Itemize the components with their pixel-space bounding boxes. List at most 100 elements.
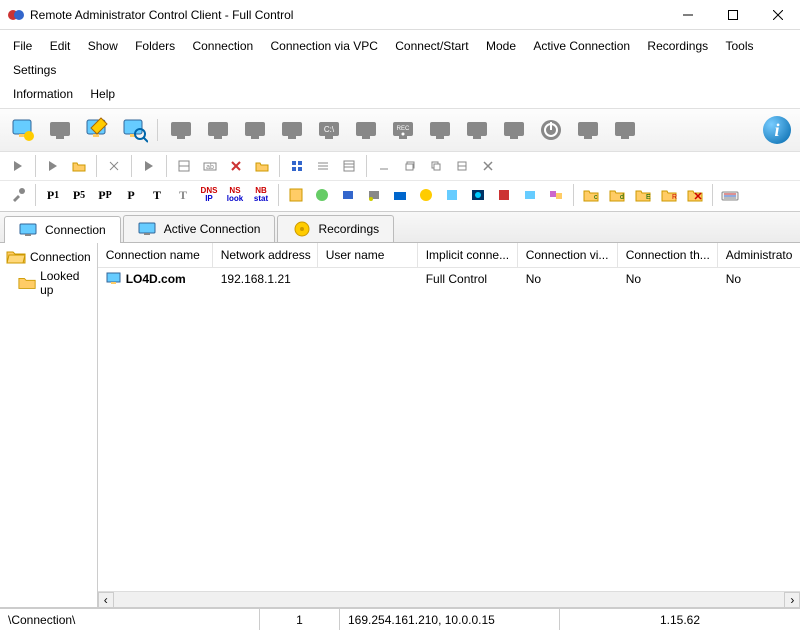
keyboard-button[interactable] — [718, 183, 742, 207]
tool-icon-2[interactable] — [310, 183, 334, 207]
monitor-button-drive[interactable]: C:\ — [312, 113, 346, 147]
view-large-button[interactable] — [285, 154, 309, 178]
t1-button[interactable]: T — [145, 183, 169, 207]
tool-icon-6[interactable] — [414, 183, 438, 207]
menu-connection-vpc[interactable]: Connection via VPC — [264, 34, 385, 58]
menu-show[interactable]: Show — [81, 34, 125, 58]
scroll-track[interactable] — [114, 592, 785, 607]
menu-connect-start[interactable]: Connect/Start — [388, 34, 475, 58]
table-row[interactable]: LO4D.com 192.168.1.21 Full Control No No… — [98, 268, 800, 290]
monitor-button-e[interactable] — [349, 113, 383, 147]
col-user[interactable]: User name — [318, 243, 418, 267]
rename-button[interactable]: ab — [198, 154, 222, 178]
view-detail-button[interactable] — [337, 154, 361, 178]
find-connection-button[interactable] — [117, 113, 151, 147]
menu-information[interactable]: Information — [6, 82, 80, 106]
p5-button[interactable]: P5 — [67, 183, 91, 207]
tools-icon[interactable] — [6, 183, 30, 207]
nb-stat-button[interactable]: NBstat — [249, 183, 273, 207]
col-admin[interactable]: Administrato — [718, 243, 800, 267]
folder-r-button[interactable]: R — [657, 183, 681, 207]
tool-icon-11[interactable] — [544, 183, 568, 207]
menu-tools[interactable]: Tools — [718, 34, 760, 58]
monitor-gray-button-1[interactable] — [43, 113, 77, 147]
tool-icon-4[interactable] — [362, 183, 386, 207]
col-name[interactable]: Connection name — [98, 243, 213, 267]
play-button[interactable] — [6, 154, 30, 178]
open-folder-button[interactable] — [67, 154, 91, 178]
scroll-right-button[interactable]: › — [784, 592, 800, 608]
restore-window-button[interactable] — [398, 154, 422, 178]
monitor-button-f[interactable] — [423, 113, 457, 147]
close-button[interactable] — [755, 0, 800, 30]
tool-icon-7[interactable] — [440, 183, 464, 207]
p-button[interactable]: P — [119, 183, 143, 207]
grid-header: Connection name Network address User nam… — [98, 243, 800, 268]
menu-folders[interactable]: Folders — [128, 34, 182, 58]
monitor-button-h[interactable] — [497, 113, 531, 147]
cascade-button[interactable] — [424, 154, 448, 178]
tab-connection[interactable]: Connection — [4, 216, 121, 243]
tool-icon-9[interactable] — [492, 183, 516, 207]
tab-recordings[interactable]: Recordings — [277, 215, 394, 242]
folder-e-button[interactable]: E — [631, 183, 655, 207]
folder-d-button[interactable]: d — [605, 183, 629, 207]
col-implicit[interactable]: Implicit conne... — [418, 243, 518, 267]
maximize-button[interactable] — [710, 0, 755, 30]
cut-button[interactable] — [102, 154, 126, 178]
p1-button[interactable]: P1 — [41, 183, 65, 207]
folder-button[interactable] — [250, 154, 274, 178]
delete-button[interactable] — [224, 154, 248, 178]
minimize-window-button[interactable] — [372, 154, 396, 178]
edit-connection-button[interactable] — [80, 113, 114, 147]
tool-icon-10[interactable] — [518, 183, 542, 207]
monitor-button-g[interactable] — [460, 113, 494, 147]
menu-mode[interactable]: Mode — [479, 34, 523, 58]
tool-icon-5[interactable] — [388, 183, 412, 207]
col-address[interactable]: Network address — [213, 243, 318, 267]
main-toolbar: C:\ REC i — [0, 108, 800, 152]
col-via[interactable]: Connection vi... — [518, 243, 618, 267]
secondary-toolbar: ab — [0, 152, 800, 181]
play-open-button[interactable] — [41, 154, 65, 178]
dns-ip-button[interactable]: DNSIP — [197, 183, 221, 207]
ns-look-button[interactable]: NSlook — [223, 183, 247, 207]
grid-button-1[interactable] — [172, 154, 196, 178]
pp-button[interactable]: PP — [93, 183, 117, 207]
scroll-left-button[interactable]: ‹ — [98, 592, 114, 608]
t2-button[interactable]: T — [171, 183, 195, 207]
monitor-button-b[interactable] — [201, 113, 235, 147]
folder-c-button[interactable]: c — [579, 183, 603, 207]
menu-help[interactable]: Help — [83, 82, 122, 106]
power-button[interactable] — [534, 113, 568, 147]
monitor-button-rec[interactable]: REC — [386, 113, 420, 147]
monitor-button-d[interactable] — [275, 113, 309, 147]
tile-button[interactable] — [450, 154, 474, 178]
new-connection-button[interactable] — [6, 113, 40, 147]
horizontal-scrollbar[interactable]: ‹ › — [98, 591, 800, 607]
menu-connection[interactable]: Connection — [185, 34, 260, 58]
tool-icon-3[interactable] — [336, 183, 360, 207]
monitor-button-i[interactable] — [571, 113, 605, 147]
menu-edit[interactable]: Edit — [43, 34, 78, 58]
info-button[interactable]: i — [760, 113, 794, 147]
menu-file[interactable]: File — [6, 34, 39, 58]
monitor-button-a[interactable] — [164, 113, 198, 147]
step-button[interactable] — [137, 154, 161, 178]
folder-x-button[interactable] — [683, 183, 707, 207]
close-all-button[interactable] — [476, 154, 500, 178]
monitor-button-j[interactable] — [608, 113, 642, 147]
menu-recordings[interactable]: Recordings — [640, 34, 715, 58]
tab-active-connection[interactable]: Active Connection — [123, 215, 276, 242]
menu-active-connection[interactable]: Active Connection — [526, 34, 637, 58]
monitor-button-c[interactable] — [238, 113, 272, 147]
tool-icon-8[interactable] — [466, 183, 490, 207]
tree-item-connection[interactable]: Connection — [2, 247, 95, 267]
view-list-button[interactable] — [311, 154, 335, 178]
tree-item-looked-up[interactable]: Looked up — [2, 267, 95, 299]
folder-open-icon — [6, 249, 26, 265]
col-thru[interactable]: Connection th... — [618, 243, 718, 267]
tool-icon-1[interactable] — [284, 183, 308, 207]
menu-settings[interactable]: Settings — [6, 58, 63, 82]
minimize-button[interactable] — [665, 0, 710, 30]
